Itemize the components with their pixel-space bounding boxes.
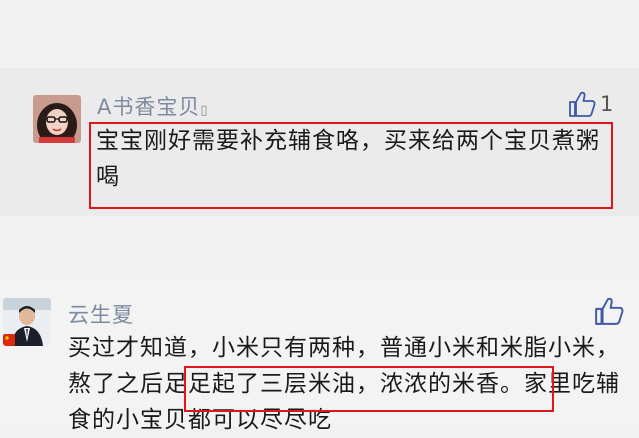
- comment-item: A书香宝贝▯ 1 宝宝刚好需要补充辅食咯，买来给两个宝贝煮粥喝: [0, 68, 639, 216]
- comment-text: 买过才知道，小米只有两种，普通小米和米脂小米，熬了之后足足起了三层米油，浓浓的米…: [68, 330, 638, 438]
- thumbs-up-icon: [569, 91, 596, 117]
- comment-text-part: 买过才知道，小米只有两种，普通小米和米脂小米，: [68, 335, 620, 361]
- avatar[interactable]: [3, 298, 51, 346]
- comment-text: 宝宝刚好需要补充辅食咯，买来给两个宝贝煮粥喝: [96, 128, 600, 190]
- thumbs-up-icon: [595, 297, 624, 325]
- author-suffix-glyph: ▯: [200, 103, 209, 118]
- comment-item: 云生夏 买过才知道，小米只有两种，普通小米和米脂小米， 熬了之后足足起了三层米油，…: [0, 282, 639, 433]
- author-name[interactable]: 云生夏: [68, 299, 134, 329]
- avatar[interactable]: [33, 95, 81, 143]
- author-name[interactable]: A书香宝贝▯: [97, 91, 209, 121]
- comment-text-highlighted: 熬了之后足足起了三层米油，: [68, 371, 380, 397]
- like-button[interactable]: 1: [568, 91, 613, 117]
- china-flag-icon: [3, 334, 15, 346]
- like-button[interactable]: [594, 297, 628, 325]
- like-count: 1: [600, 92, 614, 116]
- author-name-text: A书香宝贝: [97, 95, 201, 119]
